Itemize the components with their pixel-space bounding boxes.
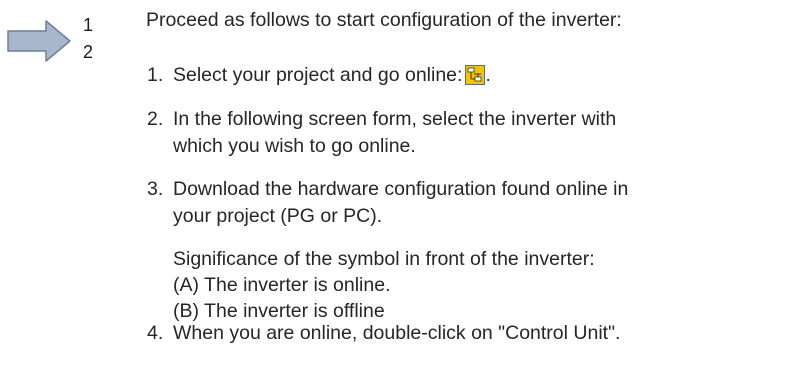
go-online-icon[interactable] (465, 65, 486, 93)
step-number: 4. (147, 322, 164, 344)
step-item: 1. Select your project and go online:. (146, 62, 796, 106)
step-line: your project (PG or PC). (173, 205, 383, 227)
step-item: 4. When you are online, double-click on … (146, 320, 796, 347)
symbol-significance-note: Significance of the symbol in front of t… (173, 246, 796, 324)
step-text: Select your project and go online: (173, 64, 463, 86)
arrow-right-icon (7, 20, 71, 62)
note-line: (A) The inverter is online. (173, 274, 391, 296)
note-line: Significance of the symbol in front of t… (173, 248, 595, 270)
step-marker-number-2: 2 (83, 42, 94, 62)
step-item: 2. In the following screen form, select … (146, 106, 796, 176)
step-line: Select your project and go online:. (173, 62, 796, 93)
step-number: 2. (147, 108, 164, 130)
step-line: When you are online, double-click on "Co… (173, 322, 621, 344)
step-text-trailing: . (485, 64, 491, 86)
step-number: 3. (147, 178, 164, 200)
step-line: which you wish to go online. (173, 135, 416, 157)
step-line: In the following screen form, select the… (173, 108, 617, 130)
step-marker: 1 2 (6, 6, 96, 66)
instruction-page: 1 2 Proceed as follows to start configur… (0, 0, 803, 388)
step-item: 3. Download the hardware configuration f… (146, 176, 796, 322)
step-number: 1. (147, 64, 164, 86)
intro-text: Proceed as follows to start configuratio… (146, 9, 622, 31)
step-marker-number-1: 1 (83, 15, 94, 35)
step-list: 1. Select your project and go online:. 2… (146, 62, 796, 347)
step-line: Download the hardware configuration foun… (173, 178, 629, 200)
